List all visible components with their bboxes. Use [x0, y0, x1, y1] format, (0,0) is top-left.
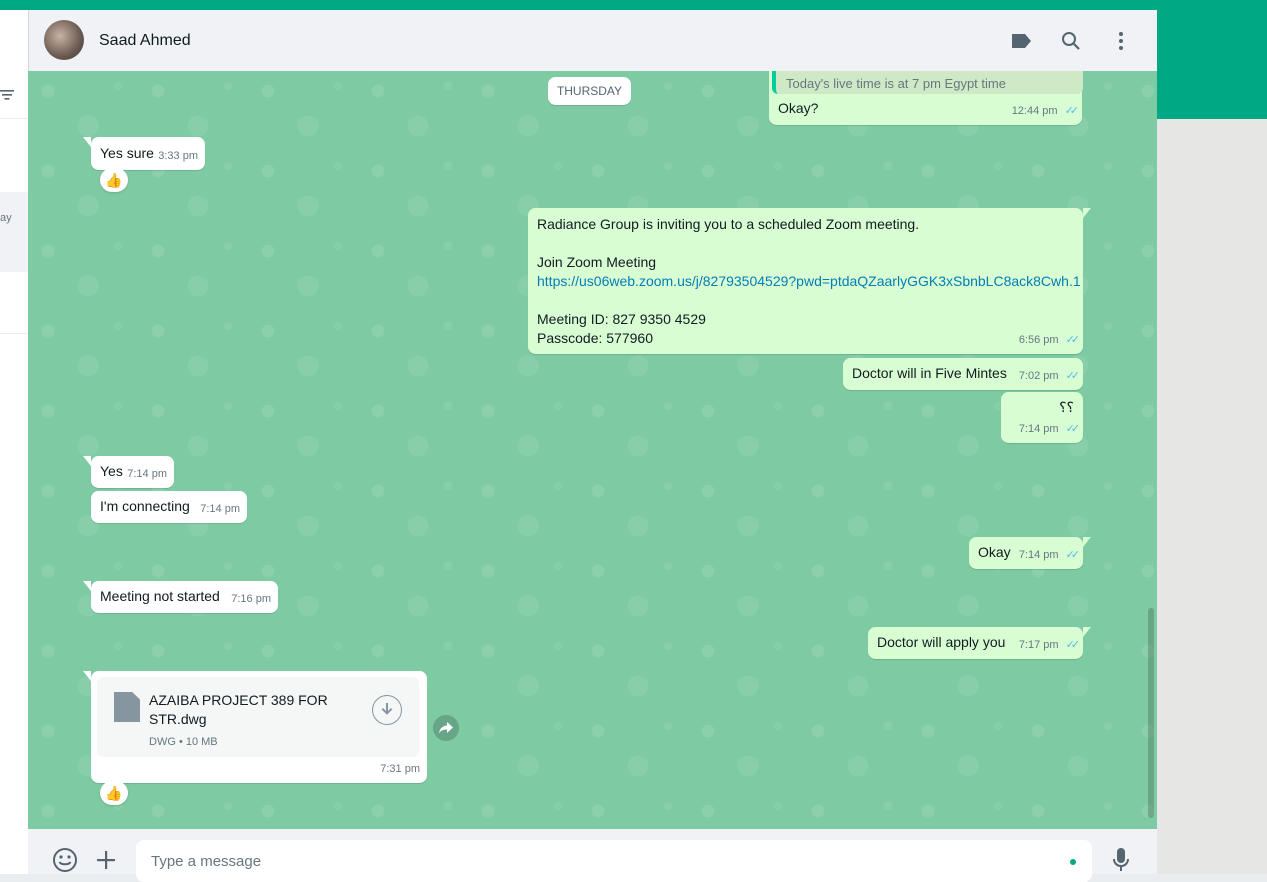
- read-ticks-icon: ✓✓: [1065, 639, 1081, 651]
- message-text: ؟؟: [1059, 399, 1074, 415]
- contact-avatar[interactable]: [44, 20, 84, 60]
- file-name: AZAIBA PROJECT 389 FOR STR.dwg: [149, 692, 328, 727]
- status-dot-icon: [1070, 859, 1076, 865]
- message-text: Meeting ID: 827 9350 4529: [537, 311, 706, 327]
- message-time: 7:14 pm: [200, 503, 240, 515]
- read-ticks-icon: ✓✓: [1065, 334, 1081, 346]
- message-composer: [28, 829, 1157, 882]
- message-incoming[interactable]: Yes sure 3:33 pm: [83, 137, 205, 170]
- message-outgoing[interactable]: Radiance Group is inviting you to a sche…: [528, 208, 1091, 354]
- reaction-badge[interactable]: 👍: [100, 168, 128, 192]
- message-text: Yes: [100, 463, 123, 479]
- message-outgoing[interactable]: Doctor will in Five Mintes 7:02 pm ✓✓: [843, 358, 1083, 390]
- divider: [0, 118, 28, 119]
- chat-scrollbar[interactable]: [1148, 608, 1154, 818]
- message-incoming[interactable]: I'm connecting 7:14 pm: [91, 491, 247, 523]
- app-top-bar: [0, 0, 1267, 10]
- message-text: Radiance Group is inviting you to a sche…: [537, 216, 920, 232]
- file-meta: DWG • 10 MB: [149, 736, 218, 748]
- message-input-box[interactable]: [136, 840, 1092, 882]
- read-ticks-icon: ✓✓: [1065, 370, 1081, 382]
- message-time: 12:44 pm: [1011, 105, 1058, 117]
- contact-name[interactable]: Saad Ahmed: [99, 32, 191, 50]
- chat-preview-text: ay: [0, 212, 12, 224]
- message-text: Join Zoom Meeting: [537, 254, 657, 270]
- message-time: 6:56 pm: [1018, 334, 1059, 346]
- message-meta: 3:33 pm: [158, 147, 198, 166]
- forward-icon[interactable]: [433, 715, 459, 741]
- message-text: Doctor will apply you: [877, 634, 1006, 650]
- message-time: 3:33 pm: [158, 150, 198, 162]
- message-input[interactable]: [136, 840, 1066, 882]
- quoted-message[interactable]: Today's live time is at 7 pm Egypt time: [772, 71, 1083, 94]
- date-separator: THURSDAY: [548, 77, 631, 105]
- message-meta: 7:17 pm ✓✓: [1018, 636, 1081, 655]
- reaction-badge[interactable]: 👍: [100, 781, 128, 805]
- microphone-icon[interactable]: [1108, 847, 1134, 873]
- message-time: 7:16 pm: [231, 593, 271, 605]
- label-icon[interactable]: [1009, 29, 1033, 53]
- message-meta: 7:14 pm ✓✓: [1018, 420, 1081, 439]
- message-time: 7:17 pm: [1018, 639, 1059, 651]
- chat-list-sidebar: ay: [0, 10, 28, 874]
- message-meta: 7:31 pm: [380, 760, 420, 779]
- document-icon: [114, 692, 140, 722]
- message-text: Okay: [978, 544, 1011, 560]
- message-incoming[interactable]: Meeting not started 7:16 pm: [83, 581, 278, 613]
- conversation-panel[interactable]: Today's live time is at 7 pm Egypt time …: [28, 71, 1157, 829]
- message-meta: 7:16 pm: [231, 590, 271, 609]
- message-meta: 12:44 pm ✓✓: [1011, 102, 1080, 121]
- download-icon[interactable]: [372, 695, 402, 725]
- message-time: 7:14 pm: [1018, 423, 1059, 435]
- message-time: 7:14 pm: [1018, 549, 1059, 561]
- quoted-text: Today's live time is at 7 pm Egypt time: [786, 76, 1006, 91]
- message-text: Doctor will in Five Mintes: [852, 365, 1007, 381]
- filter-icon[interactable]: [0, 88, 14, 104]
- message-outgoing[interactable]: Okay 7:14 pm ✓✓: [969, 537, 1091, 569]
- message-meta: 7:14 pm ✓✓: [1018, 546, 1081, 565]
- message-time: 7:14 pm: [127, 468, 167, 480]
- message-meta: 7:14 pm: [127, 465, 167, 484]
- message-text: Passcode: 577960: [537, 330, 653, 346]
- emoji-icon[interactable]: [52, 847, 78, 873]
- message-time: 7:31 pm: [380, 763, 420, 775]
- message-outgoing[interactable]: Today's live time is at 7 pm Egypt time …: [769, 71, 1083, 125]
- read-ticks-icon: ✓✓: [1065, 549, 1081, 561]
- read-ticks-icon: ✓✓: [1065, 423, 1081, 435]
- message-time: 7:02 pm: [1018, 370, 1059, 382]
- message-incoming[interactable]: Yes 7:14 pm: [83, 456, 174, 488]
- message-meta: 7:02 pm ✓✓: [1018, 367, 1081, 386]
- message-text: I'm connecting: [100, 498, 190, 514]
- message-meta: 7:14 pm: [200, 500, 240, 519]
- read-ticks-icon: ✓✓: [1064, 105, 1080, 117]
- message-text: Yes sure: [100, 145, 154, 161]
- document-attachment[interactable]: AZAIBA PROJECT 389 FOR STR.dwg DWG • 10 …: [97, 677, 419, 757]
- chat-list-item-selected[interactable]: [0, 192, 28, 272]
- file-message[interactable]: AZAIBA PROJECT 389 FOR STR.dwg DWG • 10 …: [83, 671, 427, 783]
- message-meta: 6:56 pm ✓✓: [1018, 331, 1081, 350]
- right-accent-strip: [1157, 0, 1267, 119]
- divider: [0, 333, 28, 334]
- attach-plus-icon[interactable]: [93, 847, 119, 873]
- message-text: Meeting not started: [100, 588, 220, 604]
- message-text: Okay?: [778, 100, 819, 116]
- right-background: [1157, 119, 1267, 874]
- message-outgoing[interactable]: ؟؟ 7:14 pm ✓✓: [1001, 392, 1083, 443]
- zoom-link[interactable]: https://us06web.zoom.us/j/82793504529?pw…: [537, 272, 1081, 291]
- chat-header: Saad Ahmed: [28, 10, 1157, 71]
- message-outgoing[interactable]: Doctor will apply you 7:17 pm ✓✓: [868, 627, 1091, 659]
- menu-icon[interactable]: [1109, 29, 1133, 53]
- search-icon[interactable]: [1059, 29, 1083, 53]
